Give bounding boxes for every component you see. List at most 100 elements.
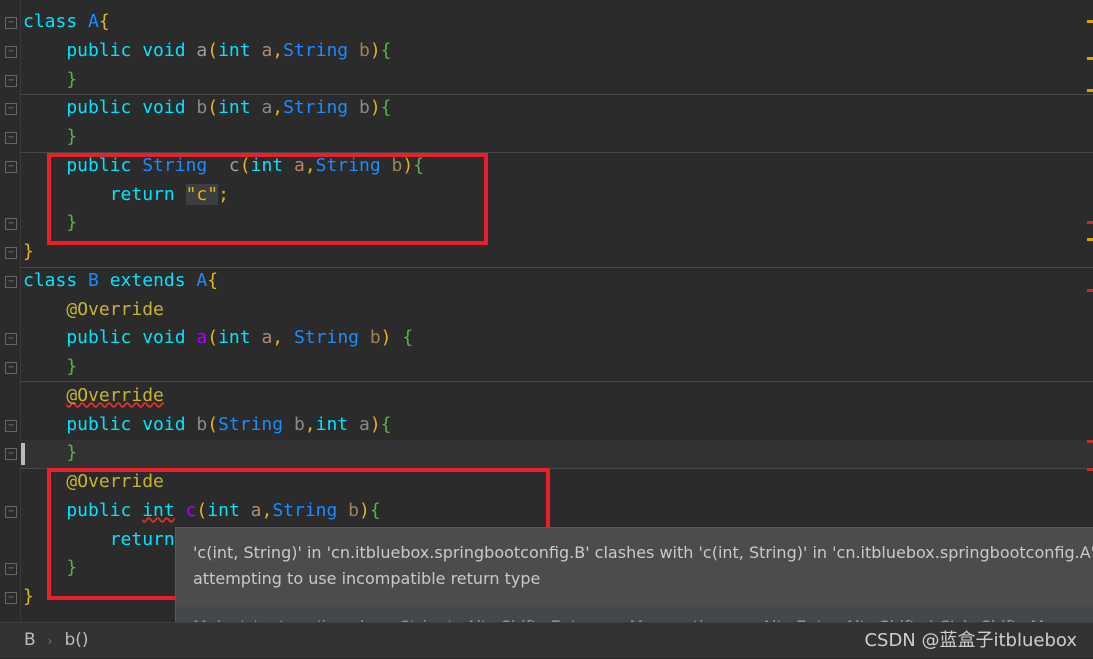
error-stripe-mark (1087, 289, 1093, 292)
editor-gutter: − − − − − − − − − − − − − − − − (0, 0, 21, 622)
code-token: int (218, 327, 262, 349)
code-token: class (23, 11, 89, 32)
code-token: { (402, 327, 414, 349)
error-stripe-mark (1087, 468, 1093, 471)
code-token: } (23, 586, 34, 607)
code-line[interactable]: } (23, 353, 424, 382)
code-token: a (261, 97, 273, 119)
code-token: int (218, 97, 262, 119)
fold-marker-icon[interactable]: − (5, 74, 17, 87)
code-token: String (283, 39, 359, 61)
fold-marker-icon[interactable]: − (5, 448, 17, 461)
code-token: a (196, 39, 208, 61)
error-message-line1: 'c(int, String)' in 'cn.itbluebox.spring… (193, 543, 1093, 562)
code-token: int (218, 39, 262, 61)
code-token: public void (23, 39, 197, 61)
fold-marker-icon[interactable]: − (5, 103, 17, 116)
fold-marker-icon[interactable]: − (5, 247, 17, 259)
code-token: A (196, 269, 208, 291)
error-stripe-mark (1087, 57, 1093, 60)
code-token: , (272, 97, 284, 119)
code-token: } (23, 442, 78, 464)
fold-marker-icon[interactable]: − (5, 362, 17, 374)
fold-marker-icon[interactable]: − (5, 563, 17, 576)
code-token: B (88, 269, 110, 291)
code-token: ( (207, 327, 219, 349)
fold-marker-icon[interactable]: − (5, 592, 17, 604)
code-token: public void (23, 327, 197, 349)
fold-marker-icon[interactable]: − (5, 275, 17, 288)
code-token: a (196, 327, 208, 349)
code-token: } (23, 126, 78, 147)
code-token: , (304, 413, 316, 435)
code-token: @Override (66, 384, 164, 406)
code-token: { (380, 39, 392, 61)
code-line[interactable]: class B extends A{ (23, 267, 424, 296)
code-token: } (23, 356, 78, 377)
code-line[interactable]: } (23, 123, 424, 152)
chevron-right-icon: › (47, 634, 53, 648)
code-token: b (196, 97, 208, 119)
code-line[interactable]: public void b(String b,int a){ (23, 411, 424, 440)
error-message-line2: attempting to use incompatible return ty… (193, 569, 541, 588)
code-token: , (272, 39, 284, 61)
code-token: b (369, 327, 381, 349)
fold-marker-icon[interactable]: − (5, 505, 17, 518)
code-line[interactable]: public void b(int a,String b){ (23, 94, 424, 123)
code-token: public void (23, 97, 197, 119)
code-line[interactable]: } (23, 66, 424, 95)
code-token: public void (23, 413, 197, 435)
fold-marker-icon[interactable]: − (5, 333, 17, 346)
code-token: b (196, 413, 208, 435)
error-stripe-mark (1087, 89, 1093, 92)
fold-marker-icon[interactable]: − (5, 45, 17, 58)
error-stripe-mark (1087, 440, 1093, 443)
fold-marker-icon[interactable]: − (5, 17, 17, 29)
code-line[interactable]: class A{ (23, 8, 424, 37)
error-stripe-mark (1087, 20, 1093, 23)
fold-marker-icon[interactable]: − (5, 419, 17, 432)
code-token: ) (380, 327, 403, 349)
watermark: CSDN @蓝盒子itbluebox (864, 630, 1077, 651)
code-token: a (261, 327, 273, 349)
highlight-box-parent-method (47, 153, 488, 245)
code-token: A (88, 11, 99, 32)
code-token: { (98, 11, 110, 32)
code-token: ( (207, 39, 219, 61)
code-token: } (23, 68, 78, 90)
code-token: a (261, 39, 273, 61)
code-token: { (380, 413, 392, 435)
code-token: { (207, 269, 219, 291)
code-token: String (293, 327, 370, 349)
code-token: int (315, 413, 359, 435)
error-stripe-mark (1087, 221, 1093, 224)
code-token: } (23, 241, 34, 262)
code-line[interactable]: public void a(int a,String b){ (23, 37, 424, 66)
code-token: { (380, 97, 392, 119)
code-token: ) (369, 97, 381, 119)
code-token: b (358, 39, 370, 61)
code-token: class (23, 269, 89, 291)
code-line[interactable]: } (23, 439, 424, 468)
code-token: b (293, 413, 305, 435)
code-token: b (358, 97, 370, 119)
code-line[interactable]: @Override (23, 382, 424, 411)
breadcrumb-class[interactable]: B (24, 630, 36, 650)
code-token: , (272, 327, 294, 349)
breadcrumb-method[interactable]: b() (64, 630, 88, 650)
code-token: extends (109, 269, 197, 291)
fold-marker-icon[interactable]: − (5, 160, 17, 173)
code-line[interactable]: @Override (23, 296, 424, 325)
code-line[interactable]: public void a(int a, String b) { (23, 324, 424, 353)
fold-marker-icon[interactable]: − (5, 218, 17, 231)
code-token: ) (369, 39, 381, 61)
code-token: String (283, 97, 359, 119)
code-token: ) (369, 413, 381, 435)
code-token: @Override (66, 298, 164, 320)
code-token: ( (207, 97, 219, 119)
code-token: a (358, 413, 370, 435)
fold-marker-icon[interactable]: − (5, 132, 17, 144)
code-token: ( (207, 413, 219, 435)
